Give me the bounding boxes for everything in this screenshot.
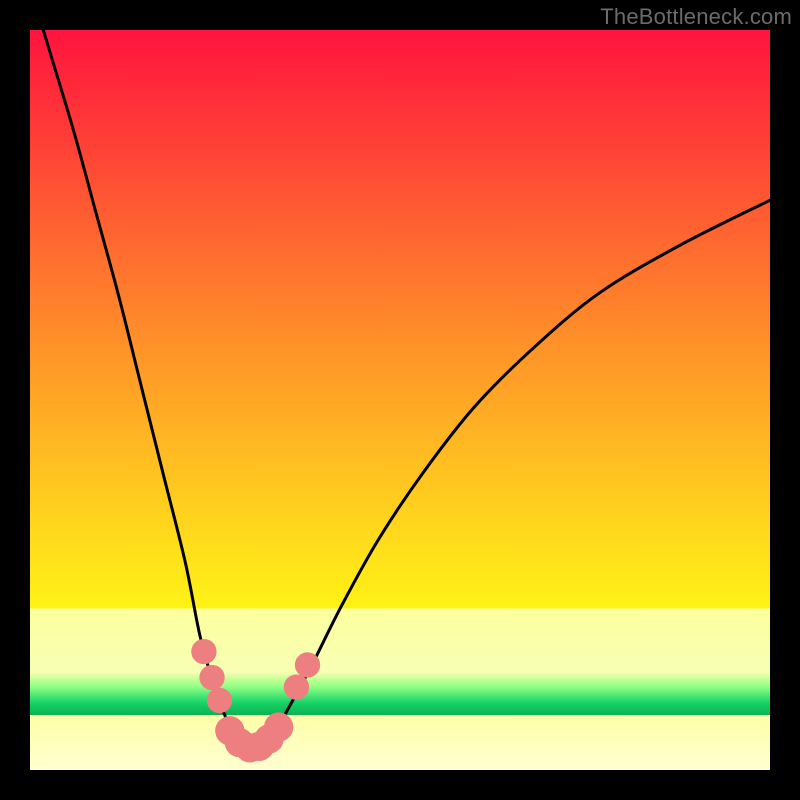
curve-markers [191,639,320,763]
outer-frame: TheBottleneck.com [0,0,800,800]
watermark-text: TheBottleneck.com [600,4,792,30]
curve-marker [264,712,293,741]
curve-marker [207,688,232,713]
curve-marker [199,665,224,690]
chart-svg [30,30,770,770]
bottleneck-curve [30,30,770,748]
curve-marker [295,652,320,677]
curve-marker [191,639,216,664]
curve-marker [284,674,309,699]
plot-area [30,30,770,770]
